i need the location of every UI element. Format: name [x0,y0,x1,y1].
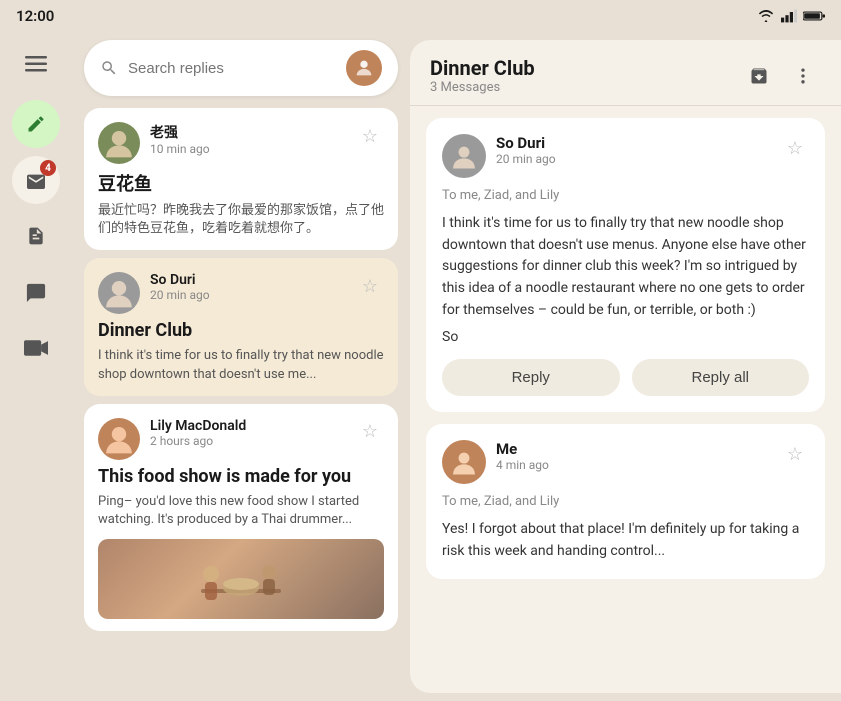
main-layout: 4 [0,32,841,701]
msg-preview-3: Ping– you'd love this new food show I st… [98,493,384,529]
thread-subtitle: 3 Messages [430,80,741,95]
email-time-1: 20 min ago [496,152,771,166]
message-card-3[interactable]: Lily MacDonald 2 hours ago ☆ This food s… [84,404,398,631]
battery-icon [803,10,825,22]
sidebar-chat[interactable] [12,268,60,316]
user-avatar-icon [353,57,375,79]
search-icon [100,59,118,77]
search-input[interactable] [128,60,336,77]
msg-meta-3: Lily MacDonald 2 hours ago [150,418,346,448]
email-signature-1: So [442,329,809,345]
msg-title-3: This food show is made for you [98,466,384,487]
sidebar-menu[interactable] [12,40,60,88]
msg-avatar-2 [98,272,140,314]
sidebar-video[interactable] [12,324,60,372]
email-sender-2: Me [496,440,771,458]
message-card-2[interactable]: So Duri 20 min ago ☆ Dinner Club I think… [84,258,398,395]
thread-actions [741,58,821,94]
sidebar-notes[interactable] [12,212,60,260]
email-star-1[interactable]: ☆ [781,134,809,162]
status-time: 12:00 [16,7,54,25]
food-show-image [181,544,301,614]
msg-sender-1: 老强 [150,122,346,142]
more-button[interactable] [785,58,821,94]
msg-sender-3: Lily MacDonald [150,418,346,434]
chat-icon [25,282,47,302]
notes-icon [26,225,46,247]
thread-scroll: So Duri 20 min ago ☆ To me, Ziad, and Li… [410,106,841,693]
email-avatar-1 [442,134,486,178]
msg-header-1: 老强 10 min ago ☆ [98,122,384,164]
search-bar[interactable] [84,40,398,96]
email-to-2: To me, Ziad, and Lily [442,494,809,509]
msg-avatar-1 [98,122,140,164]
avatar-soduri [103,277,135,309]
msg-meta-2: So Duri 20 min ago [150,272,346,302]
msg-meta-1: 老强 10 min ago [150,122,346,156]
avatar-laogiang [103,127,135,159]
msg-preview-2: I think it's time for us to finally try … [98,347,384,383]
email-time-2: 4 min ago [496,458,771,472]
email-star-2[interactable]: ☆ [781,440,809,468]
email-header-1: So Duri 20 min ago ☆ [442,134,809,178]
email-header-2: Me 4 min ago ☆ [442,440,809,484]
email-body-1: I think it's time for us to finally try … [442,213,809,321]
msg-image-inner [98,539,384,619]
avatar-lily [103,423,135,455]
reply-actions-1: Reply Reply all [442,359,809,396]
sidebar-mail[interactable]: 4 [12,156,60,204]
archive-icon [749,66,769,86]
email-card-1: So Duri 20 min ago ☆ To me, Ziad, and Li… [426,118,825,412]
email-avatar-me-icon [450,448,478,476]
msg-image-3 [98,539,384,619]
reply-all-button[interactable]: Reply all [632,359,810,396]
star-btn-1[interactable]: ☆ [356,122,384,150]
compose-icon [26,114,46,134]
center-panel: 老强 10 min ago ☆ 豆花鱼 最近忙吗？昨晚我去了你最爱的那家饭馆，点… [72,32,410,701]
wifi-icon [757,9,775,23]
archive-button[interactable] [741,58,777,94]
email-card-2: Me 4 min ago ☆ To me, Ziad, and Lily Yes… [426,424,825,578]
reply-button[interactable]: Reply [442,359,620,396]
star-btn-2[interactable]: ☆ [356,272,384,300]
status-icons [757,9,825,23]
email-meta-2: Me 4 min ago [496,440,771,472]
msg-sender-2: So Duri [150,272,346,288]
email-avatar-soduri-icon [450,142,478,170]
msg-time-3: 2 hours ago [150,434,346,448]
msg-title-1: 豆花鱼 [98,170,384,196]
thread-header: Dinner Club 3 Messages [410,40,841,106]
mail-badge-count: 4 [40,160,56,176]
compose-button[interactable] [12,100,60,148]
msg-time-1: 10 min ago [150,142,346,156]
msg-header-2: So Duri 20 min ago ☆ [98,272,384,314]
email-body-2: Yes! I forgot about that place! I'm defi… [442,519,809,562]
thread-title-block: Dinner Club 3 Messages [430,56,741,95]
user-avatar[interactable] [346,50,382,86]
thread-title: Dinner Club [430,56,741,80]
star-btn-3[interactable]: ☆ [356,418,384,446]
status-bar: 12:00 [0,0,841,32]
signal-icon [781,9,797,23]
email-to-1: To me, Ziad, and Lily [442,188,809,203]
right-panel: Dinner Club 3 Messages [410,40,841,693]
msg-header-3: Lily MacDonald 2 hours ago ☆ [98,418,384,460]
email-avatar-2 [442,440,486,484]
msg-title-2: Dinner Club [98,320,384,341]
video-icon [24,339,48,357]
msg-avatar-3 [98,418,140,460]
msg-time-2: 20 min ago [150,288,346,302]
email-sender-1: So Duri [496,134,771,152]
sidebar: 4 [0,32,72,701]
menu-icon [25,56,47,72]
more-icon [793,66,813,86]
msg-preview-1: 最近忙吗？昨晚我去了你最爱的那家饭馆，点了他们的特色豆花鱼，吃着吃着就想你了。 [98,202,384,238]
email-meta-1: So Duri 20 min ago [496,134,771,166]
message-card-1[interactable]: 老强 10 min ago ☆ 豆花鱼 最近忙吗？昨晚我去了你最爱的那家饭馆，点… [84,108,398,250]
